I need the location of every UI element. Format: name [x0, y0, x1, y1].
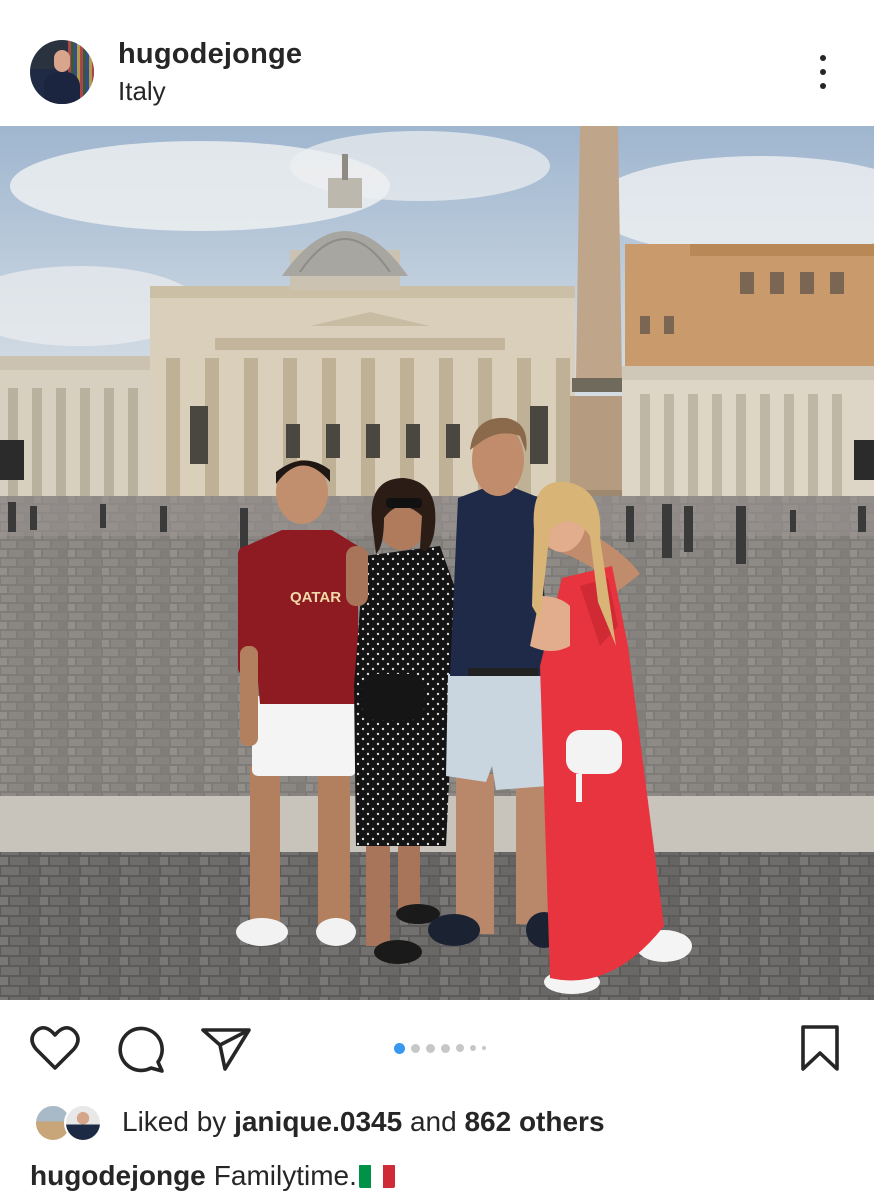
- avatar: [64, 1104, 102, 1142]
- carousel-dot: [411, 1043, 420, 1053]
- photo-scene: QATAR: [0, 126, 874, 1000]
- post-caption: hugodejonge Familytime.: [30, 1160, 395, 1192]
- italy-flag-icon: [358, 1164, 395, 1188]
- post-location[interactable]: Italy: [118, 76, 166, 107]
- likes-summary[interactable]: Liked by janique.0345 and 862 others: [122, 1106, 605, 1138]
- more-vertical-icon[interactable]: [812, 52, 834, 92]
- caption-username[interactable]: hugodejonge: [30, 1160, 206, 1191]
- post-username[interactable]: hugodejonge: [118, 38, 302, 71]
- heart-icon[interactable]: [30, 1024, 80, 1072]
- carousel-dot: [456, 1044, 464, 1052]
- likes-others[interactable]: 862 others: [464, 1106, 604, 1137]
- carousel-dot: [426, 1043, 435, 1053]
- post-photo[interactable]: QATAR: [0, 126, 874, 1000]
- svg-text:QATAR: QATAR: [290, 589, 341, 606]
- carousel-dot: [470, 1045, 476, 1051]
- caption-text: Familytime.: [213, 1160, 357, 1191]
- carousel-indicator: [394, 1042, 486, 1054]
- post-header: hugodejonge Italy: [0, 0, 874, 126]
- carousel-dot-active: [394, 1042, 405, 1054]
- send-icon[interactable]: [200, 1026, 252, 1072]
- bookmark-icon[interactable]: [800, 1024, 840, 1072]
- liked-by-avatars[interactable]: [34, 1104, 106, 1144]
- likes-prefix: Liked by: [122, 1106, 227, 1137]
- carousel-dot: [482, 1046, 486, 1050]
- liked-by-username[interactable]: janique.0345: [234, 1106, 402, 1137]
- carousel-dot: [441, 1043, 450, 1053]
- likes-middle: and: [409, 1106, 457, 1137]
- avatar[interactable]: [30, 40, 94, 104]
- comment-icon[interactable]: [116, 1024, 166, 1074]
